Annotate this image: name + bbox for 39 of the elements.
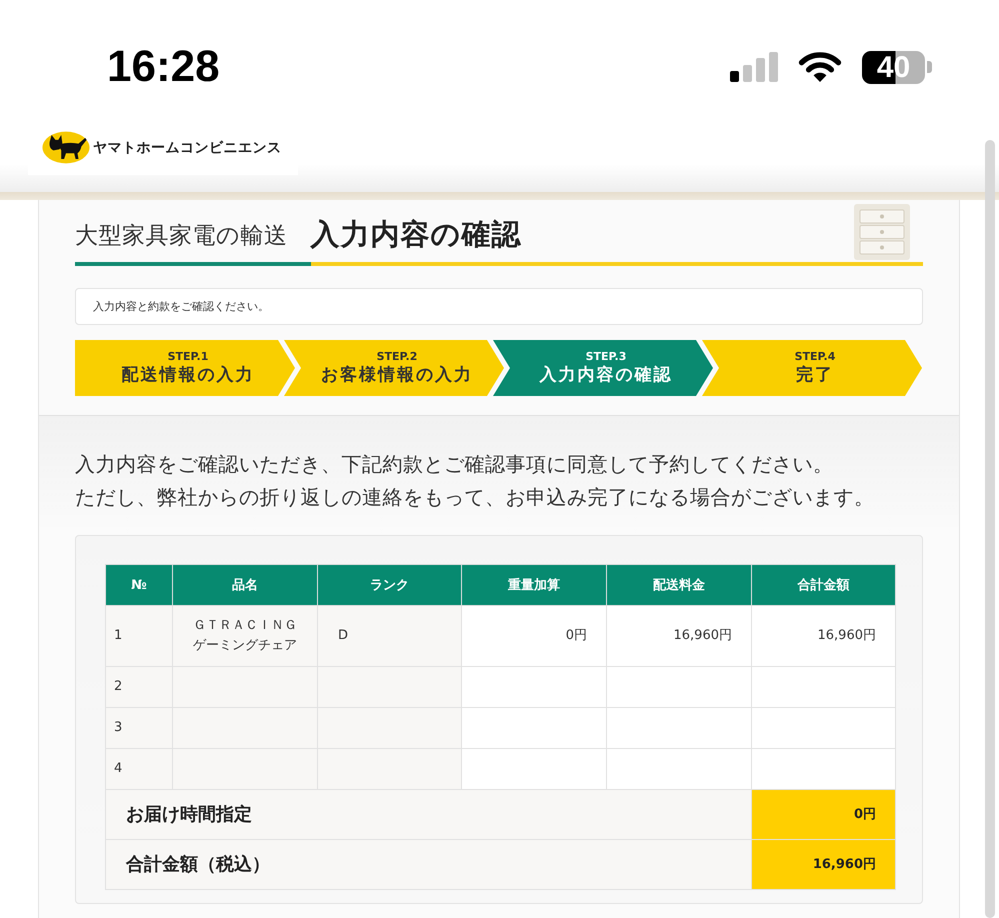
column-header: № — [106, 564, 172, 606]
step-label: 完了 — [796, 364, 834, 386]
signal-icon — [730, 52, 778, 82]
table-cell: 2 — [106, 666, 172, 708]
table-cell: 16,960円 — [752, 606, 896, 666]
column-header: 配送料金 — [606, 564, 752, 606]
table-cell: 1 — [106, 606, 172, 666]
column-header: 品名 — [172, 564, 318, 606]
drawer-icon — [854, 204, 910, 260]
logo-text: ヤマトホームコンビニエンス — [93, 138, 282, 156]
status-time: 16:28 — [107, 45, 220, 89]
step-label: お客様情報の入力 — [321, 364, 473, 386]
table-cell: ＧＴＲＡＣＩＮＧ ゲーミングチェア — [172, 606, 318, 666]
page-category: 大型家具家電の輸送 — [75, 222, 288, 251]
step-number: STEP.3 — [586, 350, 626, 364]
intro-text: ただし、弊社からの折り返しの連絡をもって、お申込み完了になる場合がございます。 — [75, 484, 876, 511]
table-cell: 16,960円 — [606, 606, 752, 666]
table-cell: 4 — [106, 748, 172, 790]
step-number: STEP.1 — [168, 350, 208, 364]
table-cell: 0円 — [462, 606, 606, 666]
summary-value: 16,960円 — [752, 840, 896, 890]
column-header: ランク — [318, 564, 462, 606]
scroll-bar[interactable] — [985, 140, 995, 918]
column-header: 重量加算 — [462, 564, 606, 606]
step-number: STEP.4 — [794, 350, 836, 364]
intro-text: 入力内容をご確認いただき、下記約款とご確認事項に同意して予約してください。 — [75, 451, 834, 478]
wifi-icon — [798, 51, 842, 83]
step-number: STEP.2 — [376, 350, 418, 364]
column-header: 合計金額 — [752, 564, 896, 606]
cat-logo-icon — [42, 131, 90, 164]
summary-label: お届け時間指定 — [106, 790, 752, 840]
summary-label: 合計金額（税込） — [106, 840, 752, 890]
step-label: 配送情報の入力 — [122, 364, 254, 386]
summary-value: 0円 — [752, 790, 896, 840]
notice-message: 入力内容と約款をご確認ください。 — [75, 288, 923, 325]
table-cell: D — [318, 606, 462, 666]
table-cell: 3 — [106, 708, 172, 748]
step-label: 入力内容の確認 — [540, 364, 672, 386]
page-title: 入力内容の確認 — [310, 216, 522, 252]
